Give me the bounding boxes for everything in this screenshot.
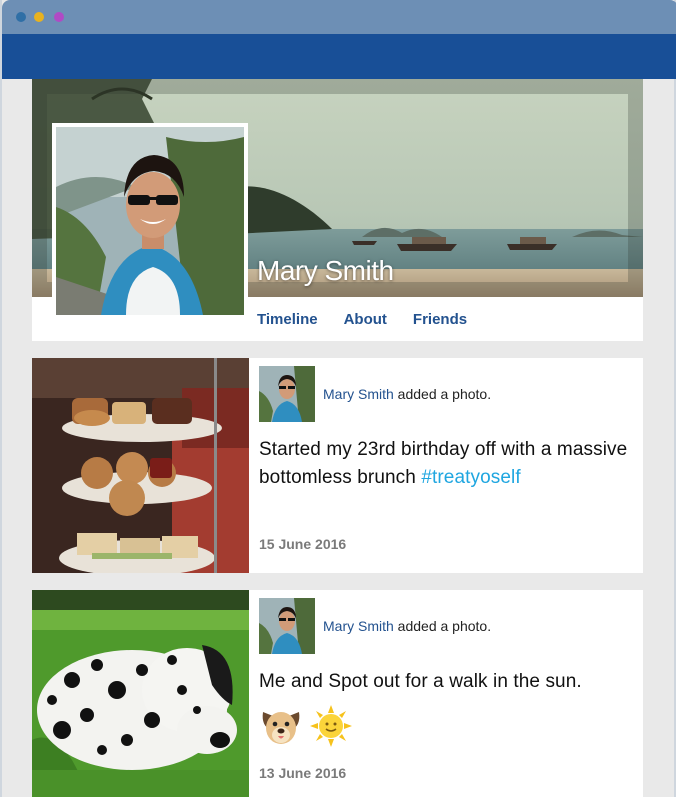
post-body: Mary Smith added a photo. Started my 23r…	[259, 366, 634, 492]
tab-friends[interactable]: Friends	[413, 311, 467, 331]
author-avatar[interactable]	[259, 598, 315, 654]
post-header: Mary Smith added a photo.	[259, 598, 634, 654]
post-text: Me and Spot out for a walk in the sun.	[259, 671, 582, 692]
post-author-link[interactable]: Mary Smith	[323, 618, 394, 634]
post-text: Started my 23rd birthday off with a mass…	[259, 436, 634, 492]
post-meta: Mary Smith added a photo.	[323, 618, 491, 634]
post-photo[interactable]	[32, 358, 249, 573]
window-close-control[interactable]	[16, 12, 26, 22]
top-navbar	[2, 34, 676, 79]
emoji-row	[259, 704, 634, 748]
author-avatar[interactable]	[259, 366, 315, 422]
post-author-link[interactable]: Mary Smith	[323, 386, 394, 402]
browser-window: Mary Smith Timeline About Friends Mary S…	[0, 0, 676, 797]
afternoon-tea-stand-photo	[32, 358, 249, 573]
window-minimize-control[interactable]	[34, 12, 44, 22]
sun-emoji	[310, 705, 352, 747]
profile-header-card: Mary Smith Timeline About Friends	[32, 79, 643, 341]
tab-about[interactable]: About	[344, 311, 387, 331]
post-date[interactable]: 15 June 2016	[259, 536, 346, 552]
window-titlebar	[2, 0, 676, 34]
author-avatar-image	[259, 598, 315, 654]
post-action: added a photo.	[393, 386, 492, 402]
post-photo[interactable]	[32, 590, 249, 797]
profile-picture-image	[56, 127, 244, 315]
window-maximize-control[interactable]	[54, 12, 64, 22]
profile-name: Mary Smith	[257, 255, 394, 286]
profile-avatar[interactable]	[52, 123, 248, 319]
dalmatian-on-grass-photo	[32, 590, 249, 797]
post-meta: Mary Smith added a photo.	[323, 386, 491, 402]
post-body: Mary Smith added a photo. Me and Spot ou…	[259, 598, 634, 748]
timeline-post: Mary Smith added a photo. Started my 23r…	[32, 358, 643, 573]
dog-face-emoji	[262, 712, 300, 744]
tab-timeline[interactable]: Timeline	[257, 311, 318, 331]
post-action: added a photo.	[393, 618, 492, 634]
post-date[interactable]: 13 June 2016	[259, 765, 346, 781]
timeline-post: Mary Smith added a photo. Me and Spot ou…	[32, 590, 643, 797]
post-header: Mary Smith added a photo.	[259, 366, 634, 422]
hashtag-link[interactable]: #treatyoself	[421, 467, 520, 488]
author-avatar-image	[259, 366, 315, 422]
profile-nav: Timeline About Friends	[257, 311, 467, 331]
